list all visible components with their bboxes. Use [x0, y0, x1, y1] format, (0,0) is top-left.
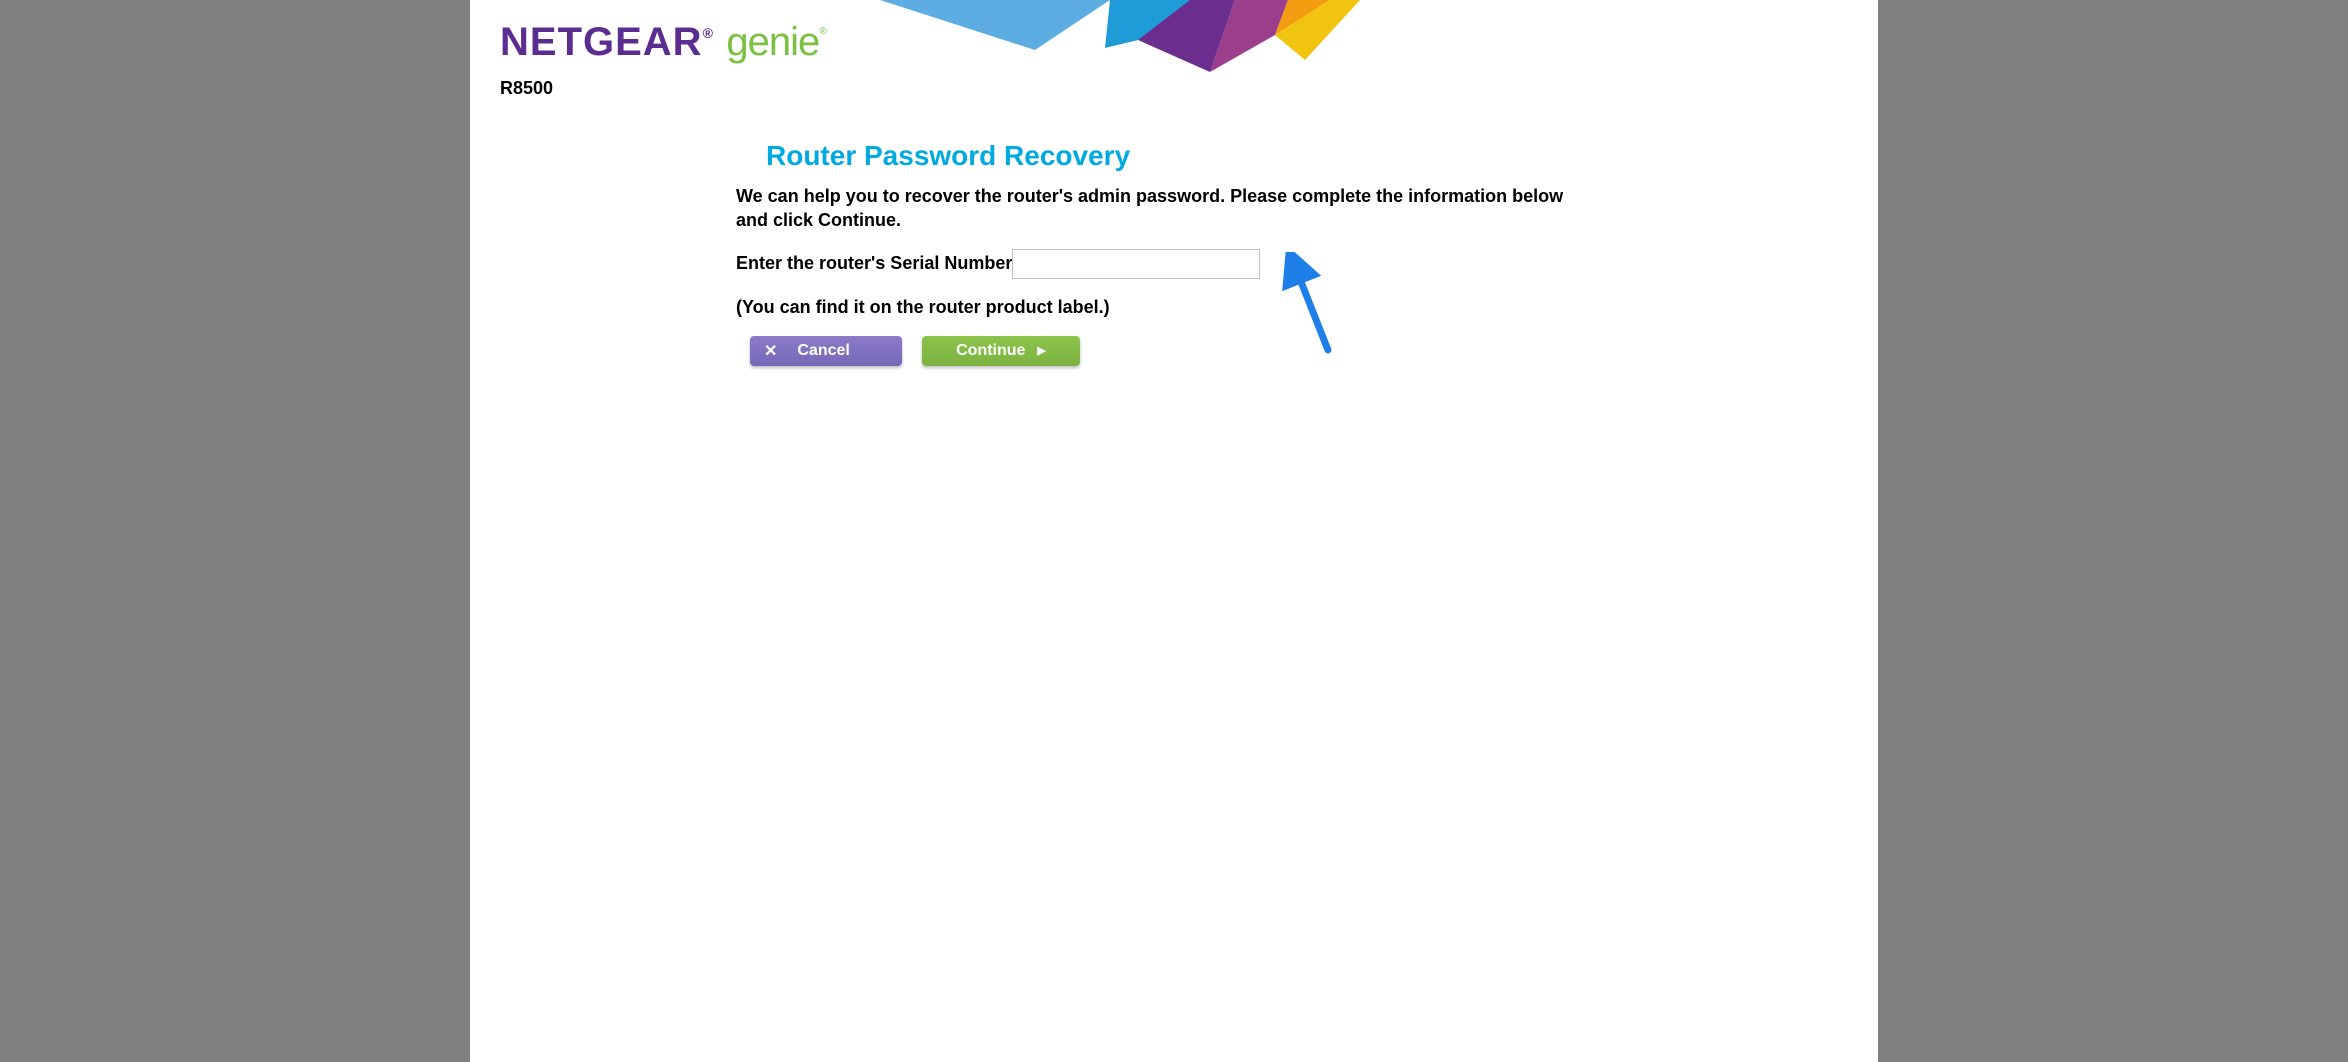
close-icon: ✕ [764, 341, 777, 361]
serial-number-hint: (You can find it on the router product l… [736, 297, 1636, 318]
description-text: We can help you to recover the router's … [736, 184, 1586, 233]
serial-number-row: Enter the router's Serial Number [736, 249, 1636, 279]
header: NETGEAR® genie® R8500 [470, 0, 1878, 100]
logo-area: NETGEAR® genie® [500, 20, 826, 65]
serial-number-label: Enter the router's Serial Number [736, 253, 1012, 274]
button-row: ✕ Cancel Continue ▶ [750, 336, 1636, 366]
annotation-arrow-icon [1280, 252, 1340, 357]
genie-logo-text: genie® [726, 20, 825, 65]
cancel-button[interactable]: ✕ Cancel [750, 336, 902, 366]
model-label: R8500 [500, 78, 553, 99]
decorative-shapes-icon [880, 0, 1360, 75]
arrow-right-icon: ▶ [1037, 344, 1045, 357]
continue-button-label: Continue [956, 342, 1025, 360]
continue-button[interactable]: Continue ▶ [922, 336, 1080, 366]
content-area: Router Password Recovery We can help you… [736, 100, 1636, 366]
cancel-button-label: Cancel [797, 342, 849, 360]
serial-number-input[interactable] [1012, 249, 1260, 279]
page-title: Router Password Recovery [766, 140, 1636, 172]
page-container: NETGEAR® genie® R8500 Router Password Re… [470, 0, 1878, 1062]
netgear-logo-text: NETGEAR® [500, 20, 714, 65]
